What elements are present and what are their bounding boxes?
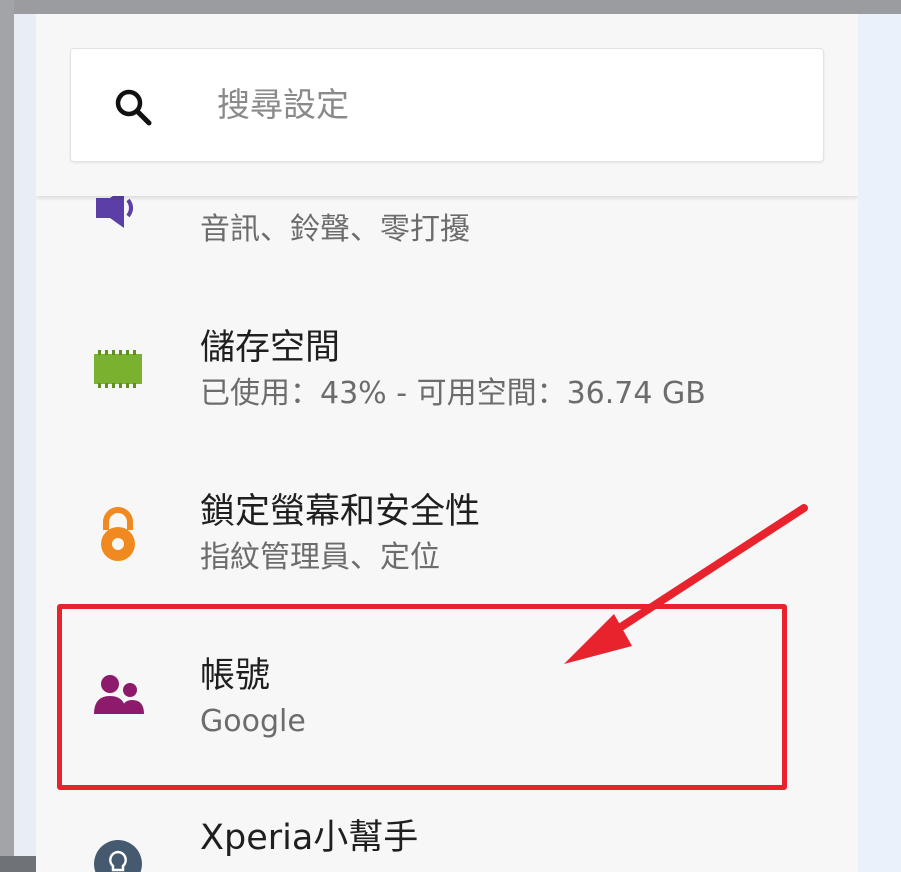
settings-screen: 音效 音訊、鈴聲、零打擾 儲存空間 已使用：43% - 可用空間：36.74 G… bbox=[36, 14, 858, 872]
window-frame-left bbox=[0, 0, 14, 872]
window-frame-corner bbox=[0, 856, 36, 872]
red-arrow-annotation bbox=[564, 504, 808, 664]
window-frame-right bbox=[858, 14, 901, 872]
window-frame-top bbox=[0, 0, 901, 14]
